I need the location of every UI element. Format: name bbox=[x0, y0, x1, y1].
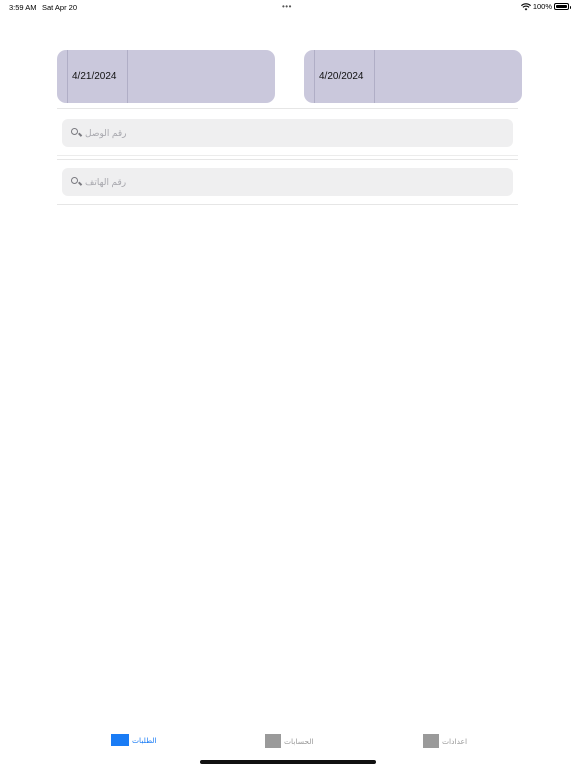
tab-settings[interactable]: اعدادات bbox=[423, 734, 467, 748]
end-date-picker[interactable]: 4/20/2024 bbox=[304, 50, 522, 103]
status-right: 100% bbox=[520, 2, 571, 11]
phone-search-placeholder: رقم الهاتف bbox=[85, 176, 127, 187]
battery-level bbox=[556, 5, 567, 8]
orders-icon bbox=[111, 734, 129, 746]
divider bbox=[127, 50, 128, 103]
tab-orders-label: الطلبات bbox=[132, 735, 157, 745]
divider bbox=[374, 50, 375, 103]
search-icon bbox=[71, 177, 82, 187]
divider bbox=[314, 50, 315, 103]
settings-icon bbox=[423, 734, 439, 748]
tab-accounts[interactable]: الحسابات bbox=[265, 734, 314, 748]
battery-percentage: 100% bbox=[532, 2, 552, 11]
battery-icon bbox=[554, 3, 571, 10]
accounts-icon bbox=[265, 734, 281, 748]
start-date-value: 4/21/2024 bbox=[72, 71, 117, 82]
multitasking-dots[interactable]: ••• bbox=[282, 2, 292, 11]
start-date-picker[interactable]: 4/21/2024 bbox=[57, 50, 275, 103]
phone-search-section: رقم الهاتف bbox=[57, 163, 518, 205]
divider bbox=[67, 50, 68, 103]
tab-settings-label: اعدادات bbox=[442, 736, 468, 746]
receipt-search-section: رقم الوصل bbox=[57, 108, 518, 160]
wifi-icon bbox=[520, 2, 531, 10]
end-date-value: 4/20/2024 bbox=[319, 71, 364, 82]
tab-bar: الطلبات الحسابات اعدادات bbox=[0, 732, 576, 768]
tab-orders[interactable]: الطلبات bbox=[111, 734, 157, 746]
status-date: Sat Apr 20 bbox=[42, 3, 78, 12]
receipt-search-input[interactable]: رقم الوصل bbox=[62, 119, 513, 147]
status-bar: 3:59 AM Sat Apr 20 ••• 100% bbox=[0, 0, 576, 14]
phone-search-input[interactable]: رقم الهاتف bbox=[62, 168, 513, 196]
status-time: 3:59 AM bbox=[9, 3, 37, 12]
tab-accounts-label: الحسابات bbox=[284, 736, 314, 746]
search-icon bbox=[71, 128, 82, 138]
receipt-search-placeholder: رقم الوصل bbox=[85, 127, 127, 138]
home-indicator[interactable] bbox=[200, 760, 376, 764]
app-screen: 3:59 AM Sat Apr 20 ••• 100% 4/21/2024 4/… bbox=[0, 0, 576, 768]
